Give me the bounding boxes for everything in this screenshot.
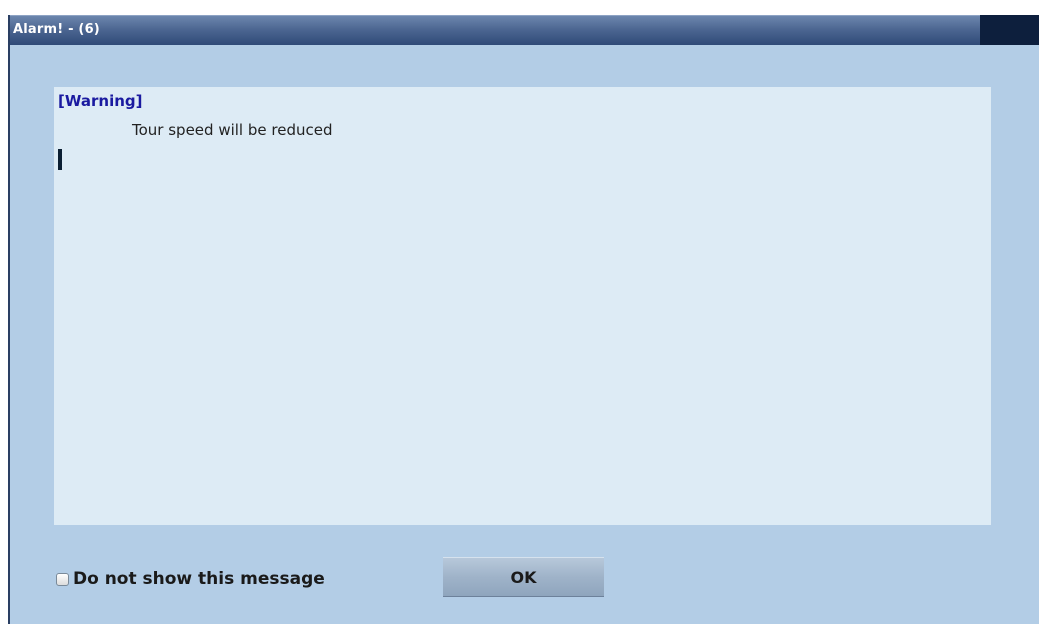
message-panel: [Warning] Tour speed will be reduced — [54, 87, 991, 525]
do-not-show-label: Do not show this message — [73, 569, 325, 589]
do-not-show-option[interactable]: Do not show this message — [56, 567, 325, 591]
ok-button[interactable]: OK — [443, 557, 604, 597]
alarm-message-text: Tour speed will be reduced — [132, 121, 333, 139]
text-cursor — [58, 149, 62, 170]
severity-label: [Warning] — [58, 92, 143, 110]
alarm-dialog: Alarm! - (6) [Warning] Tour speed will b… — [8, 15, 1039, 624]
title-bar[interactable]: Alarm! - (6) — [10, 15, 980, 45]
do-not-show-checkbox[interactable] — [56, 572, 69, 586]
window-title: Alarm! - (6) — [13, 22, 100, 37]
title-bar-end — [980, 15, 1039, 45]
